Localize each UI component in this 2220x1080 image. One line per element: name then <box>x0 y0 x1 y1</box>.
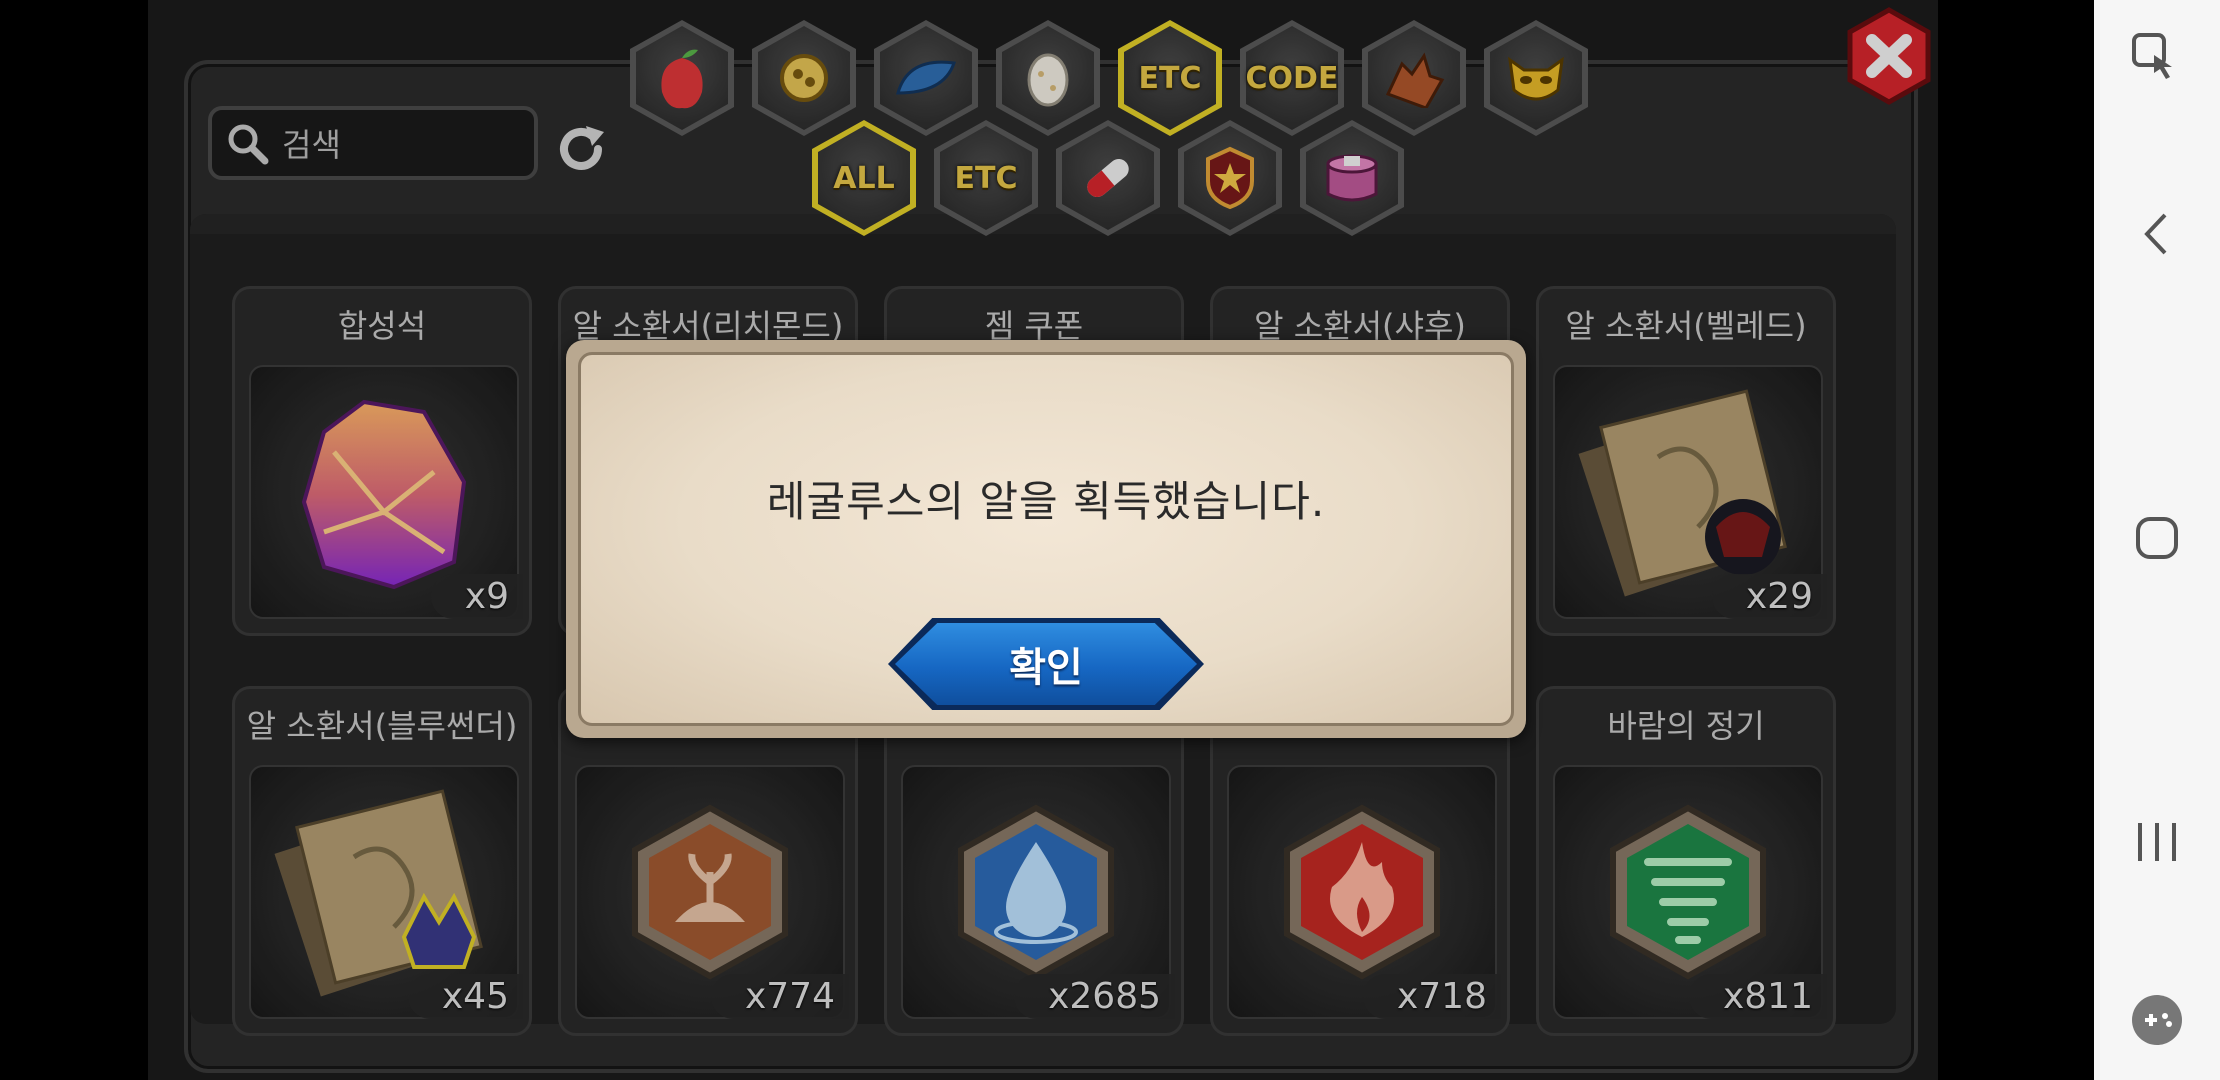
tab-etc[interactable]: ETC <box>1118 20 1222 136</box>
item-quantity: x2685 <box>1014 974 1175 1019</box>
dialog-message: 레굴루스의 알을 획득했습니다. <box>766 477 1326 526</box>
confirm-label: 확인 <box>1009 645 1083 691</box>
item-quantity: x811 <box>1688 974 1827 1019</box>
search-input[interactable]: 검색 <box>208 106 538 180</box>
search-placeholder: 검색 <box>282 126 341 164</box>
item-card[interactable]: 합성석 x9 <box>232 286 532 636</box>
pill-icon <box>1087 159 1129 197</box>
back-icon[interactable] <box>2127 204 2187 264</box>
dragon-scale-icon <box>896 60 956 95</box>
confirm-button[interactable]: 확인 <box>888 618 1204 710</box>
egg-icon <box>1027 53 1069 107</box>
close-icon <box>1847 7 1931 105</box>
game-screen: 검색 합성석 x9 알 소환서(리치몬드) 젬 쿠폰 알 소환서(샤후) 알 소… <box>148 0 1938 1080</box>
item-card[interactable]: 알 소환서(블루썬더) x45 <box>232 686 532 1036</box>
tab-ore[interactable] <box>752 20 856 136</box>
gift-box-icon <box>1326 154 1378 202</box>
tab-code[interactable]: CODE <box>1240 20 1344 136</box>
item-card[interactable]: x774 <box>558 686 858 1036</box>
item-title: 바람의 정기 <box>1607 707 1765 745</box>
home-icon[interactable] <box>2127 508 2187 568</box>
recents-icon[interactable] <box>2127 812 2187 872</box>
item-card[interactable]: 바람의 정기 x811 <box>1536 686 1836 1036</box>
item-card[interactable]: x2685 <box>884 686 1184 1036</box>
close-button[interactable] <box>1844 6 1934 106</box>
ore-icon <box>780 54 828 102</box>
tab-label: CODE <box>1245 60 1339 96</box>
game-tools-icon[interactable] <box>2127 990 2187 1050</box>
item-title: 알 소환서(블루썬더) <box>246 707 518 745</box>
item-quantity: x29 <box>1711 574 1827 619</box>
refresh-icon[interactable] <box>550 118 612 180</box>
fruit-icon <box>661 49 703 109</box>
dragon-head-icon <box>1385 52 1445 108</box>
subtab-etc[interactable]: ETC <box>934 120 1038 236</box>
reward-dialog: 레굴루스의 알을 획득했습니다. 확인 <box>566 340 1526 738</box>
subtab-all[interactable]: ALL <box>812 120 916 236</box>
subtab-label: ETC <box>954 160 1018 196</box>
item-quantity: x45 <box>407 974 523 1019</box>
subtab-badge[interactable] <box>1178 120 1282 236</box>
search-icon <box>212 113 282 173</box>
tab-egg[interactable] <box>996 20 1100 136</box>
item-title: 합성석 <box>337 307 427 345</box>
star-badge-icon <box>1206 146 1254 210</box>
touch-icon[interactable] <box>2127 28 2187 88</box>
item-card[interactable]: x718 <box>1210 686 1510 1036</box>
tab-dragon[interactable] <box>1362 20 1466 136</box>
subtab-label: ALL <box>833 160 895 196</box>
tab-scale[interactable] <box>874 20 978 136</box>
item-quantity: x9 <box>430 574 523 619</box>
item-quantity: x774 <box>710 974 849 1019</box>
system-nav-bar <box>2094 0 2220 1080</box>
tab-label: ETC <box>1138 60 1202 96</box>
subtab-gift[interactable] <box>1300 120 1404 236</box>
tab-mask[interactable] <box>1484 20 1588 136</box>
grid-top-edge <box>190 214 1896 234</box>
subtab-pill[interactable] <box>1056 120 1160 236</box>
item-quantity: x718 <box>1362 974 1501 1019</box>
item-title: 알 소환서(벨레드) <box>1565 307 1807 345</box>
item-card[interactable]: 알 소환서(벨레드) x29 <box>1536 286 1836 636</box>
tab-fruit[interactable] <box>630 20 734 136</box>
mask-icon <box>1508 56 1564 101</box>
